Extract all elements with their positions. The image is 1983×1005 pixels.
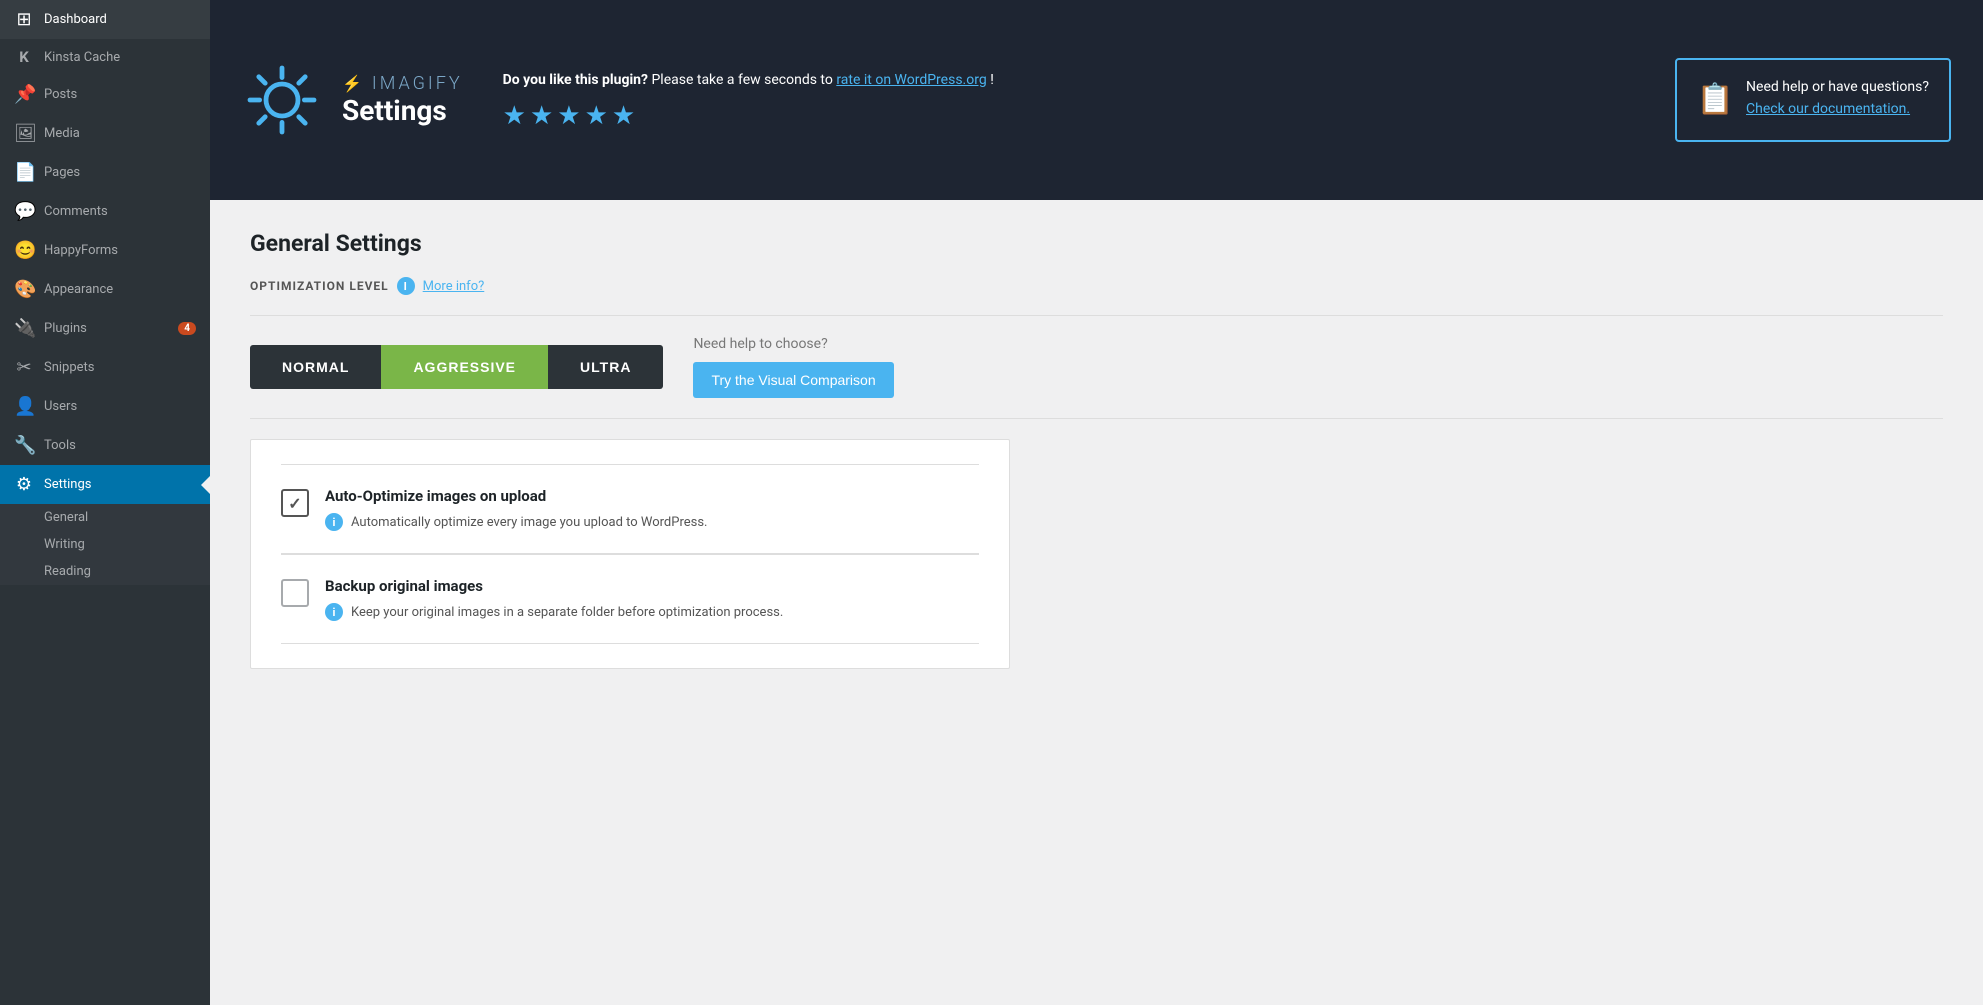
- document-icon: 📋: [1697, 76, 1734, 124]
- sidebar-item-comments[interactable]: 💬 Comments: [0, 192, 210, 231]
- sidebar-item-posts[interactable]: 📌 Posts: [0, 75, 210, 114]
- sidebar-item-label: HappyForms: [44, 243, 196, 258]
- sidebar-item-label: Dashboard: [44, 12, 196, 27]
- main-content: ⚡ IMAGIFY Settings Do you like this plug…: [210, 0, 1983, 1005]
- imagify-gear-icon: [242, 60, 322, 140]
- optimization-level-label: OPTIMIZATION LEVEL i More info?: [250, 277, 1943, 295]
- tools-icon: 🔧: [14, 435, 34, 456]
- subitem-reading[interactable]: Reading: [0, 558, 210, 585]
- sidebar-item-pages[interactable]: 📄 Pages: [0, 153, 210, 192]
- rate-link[interactable]: rate it on WordPress.org: [836, 72, 986, 88]
- sidebar-item-media[interactable]: 🖼 Media: [0, 114, 210, 153]
- settings-subitems: General Writing Reading: [0, 504, 210, 585]
- auto-optimize-title: Auto-Optimize images on upload: [325, 487, 979, 505]
- imagify-brand: ⚡ IMAGIFY Settings: [342, 73, 463, 127]
- plugins-badge: 4: [178, 322, 196, 335]
- header-left: ⚡ IMAGIFY Settings: [242, 60, 463, 140]
- info-icon[interactable]: i: [397, 277, 415, 295]
- sidebar-item-tools[interactable]: 🔧 Tools: [0, 426, 210, 465]
- sidebar-item-users[interactable]: 👤 Users: [0, 387, 210, 426]
- backup-original-title: Backup original images: [325, 577, 979, 595]
- star-5: ★: [612, 101, 635, 131]
- auto-optimize-info-icon[interactable]: i: [325, 513, 343, 531]
- imagify-logo: ⚡ IMAGIFY: [342, 73, 463, 94]
- snippets-icon: ✂: [14, 357, 34, 378]
- star-3: ★: [557, 101, 580, 131]
- backup-original-desc: i Keep your original images in a separat…: [325, 603, 979, 621]
- active-indicator: [201, 475, 211, 495]
- subitem-general[interactable]: General: [0, 504, 210, 531]
- sidebar: ⊞ Dashboard K Kinsta Cache 📌 Posts 🖼 Med…: [0, 0, 210, 1005]
- documentation-link[interactable]: Check our documentation.: [1746, 101, 1910, 117]
- sidebar-item-label: Settings: [44, 477, 196, 492]
- header-center: Do you like this plugin? Please take a f…: [463, 70, 1675, 131]
- sidebar-item-label: Media: [44, 126, 196, 141]
- sidebar-item-plugins[interactable]: 🔌 Plugins 4: [0, 309, 210, 348]
- star-2: ★: [530, 101, 553, 131]
- auto-optimize-desc: i Automatically optimize every image you…: [325, 513, 979, 531]
- opt-help: Need help to choose? Try the Visual Comp…: [693, 336, 893, 398]
- sidebar-item-label: Tools: [44, 438, 196, 453]
- help-title: Need help or have questions?: [1746, 79, 1929, 95]
- more-info-link[interactable]: More info?: [423, 279, 485, 294]
- star-4: ★: [585, 101, 608, 131]
- sidebar-item-label: Users: [44, 399, 196, 414]
- sidebar-item-label: Snippets: [44, 360, 196, 375]
- backup-original-content: Backup original images i Keep your origi…: [325, 577, 979, 621]
- sidebar-item-appearance[interactable]: 🎨 Appearance: [0, 270, 210, 309]
- auto-optimize-row: ✓ Auto-Optimize images on upload i Autom…: [281, 464, 979, 554]
- doc-text: Need help or have questions? Check our d…: [1746, 76, 1929, 121]
- star-rating: ★ ★ ★ ★ ★: [503, 101, 1635, 131]
- plugin-settings-title: Settings: [342, 94, 463, 127]
- sidebar-item-label: Comments: [44, 204, 196, 219]
- logo-lightning: ⚡: [342, 74, 366, 93]
- appearance-icon: 🎨: [14, 279, 34, 300]
- opt-buttons-group: NORMAL AGGRESSIVE ULTRA: [250, 345, 663, 389]
- sidebar-item-label: Pages: [44, 165, 196, 180]
- sidebar-item-label: Appearance: [44, 282, 196, 297]
- settings-content-area: ✓ Auto-Optimize images on upload i Autom…: [250, 439, 1010, 669]
- star-1: ★: [503, 101, 526, 131]
- sidebar-item-dashboard[interactable]: ⊞ Dashboard: [0, 0, 210, 39]
- divider-2: [250, 418, 1943, 419]
- opt-btn-aggressive[interactable]: AGGRESSIVE: [381, 345, 548, 389]
- sidebar-item-kinsta-cache[interactable]: K Kinsta Cache: [0, 39, 210, 75]
- settings-icon: ⚙: [14, 474, 34, 495]
- divider-1: [250, 315, 1943, 316]
- opt-btn-ultra[interactable]: ULTRA: [548, 345, 663, 389]
- sidebar-item-snippets[interactable]: ✂ Snippets: [0, 348, 210, 387]
- optimization-level-container: NORMAL AGGRESSIVE ULTRA Need help to cho…: [250, 336, 1943, 398]
- optimization-level-section: OPTIMIZATION LEVEL i More info? NORMAL A…: [250, 277, 1943, 669]
- opt-btn-normal[interactable]: NORMAL: [250, 345, 381, 389]
- sidebar-item-label: Posts: [44, 87, 196, 102]
- checkmark-icon: ✓: [288, 494, 301, 513]
- auto-optimize-checkbox[interactable]: ✓: [281, 489, 309, 517]
- sidebar-item-settings[interactable]: ⚙ Settings: [0, 465, 210, 504]
- comments-icon: 💬: [14, 201, 34, 222]
- backup-original-row: Backup original images i Keep your origi…: [281, 555, 979, 644]
- posts-icon: 📌: [14, 84, 34, 105]
- happyforms-icon: 😊: [14, 240, 34, 261]
- sidebar-item-label: Plugins: [44, 321, 168, 336]
- plugins-icon: 🔌: [14, 318, 34, 339]
- rating-text: Do you like this plugin? Please take a f…: [503, 70, 1635, 91]
- media-icon: 🖼: [14, 123, 34, 144]
- backup-original-checkbox[interactable]: [281, 579, 309, 607]
- page-body: General Settings OPTIMIZATION LEVEL i Mo…: [210, 200, 1983, 1005]
- page-title: General Settings: [250, 230, 1943, 257]
- auto-optimize-content: Auto-Optimize images on upload i Automat…: [325, 487, 979, 531]
- sidebar-item-label: Kinsta Cache: [44, 50, 196, 65]
- opt-help-text: Need help to choose?: [693, 336, 893, 352]
- kinsta-icon: K: [14, 48, 34, 66]
- documentation-box: 📋 Need help or have questions? Check our…: [1675, 58, 1951, 142]
- users-icon: 👤: [14, 396, 34, 417]
- plugin-header: ⚡ IMAGIFY Settings Do you like this plug…: [210, 0, 1983, 200]
- try-visual-comparison-button[interactable]: Try the Visual Comparison: [693, 362, 893, 398]
- subitem-writing[interactable]: Writing: [0, 531, 210, 558]
- pages-icon: 📄: [14, 162, 34, 183]
- backup-original-info-icon[interactable]: i: [325, 603, 343, 621]
- sidebar-item-happyforms[interactable]: 😊 HappyForms: [0, 231, 210, 270]
- dashboard-icon: ⊞: [14, 9, 34, 30]
